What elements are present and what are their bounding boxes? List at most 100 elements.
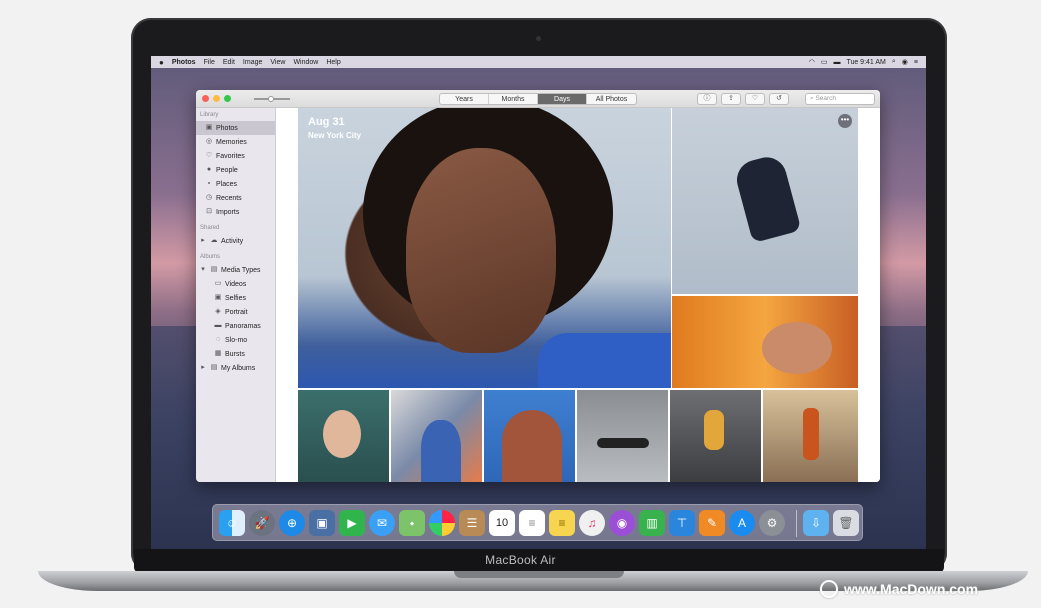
sidebar-item-label: Imports [216,208,240,216]
tab-years[interactable]: Years [440,94,489,104]
photo-thumbnail[interactable]: ••• [672,108,858,294]
close-button[interactable] [202,95,209,102]
rotate-icon[interactable]: ↺ [769,93,789,105]
sidebar-item-people[interactable]: ● People [196,163,275,177]
app-menu[interactable]: Photos [172,59,196,66]
model-label: MacBook Air [485,553,556,567]
sidebar-item-label: Recents [216,194,242,202]
launchpad-icon[interactable]: 🚀 [249,510,275,536]
menu-window[interactable]: Window [293,59,318,66]
sidebar-item-photos[interactable]: ▣ Photos [196,121,275,135]
sidebar-item-selfies[interactable]: ▣ Selfies [196,291,275,305]
battery-icon[interactable]: ▬ [833,59,840,66]
system-preferences-icon[interactable]: ⚙ [759,510,785,536]
disclosure-icon[interactable]: ▸ [199,364,207,372]
photo-thumbnail[interactable] [763,390,858,482]
sidebar-item-bursts[interactable]: ▦ Bursts [196,347,275,361]
music-icon[interactable]: ♫ [579,510,605,536]
sidebar-item-my-albums[interactable]: ▸ ▤ My Albums [196,361,275,375]
photo-figure [732,152,802,244]
info-icon[interactable]: ⓘ [697,93,717,105]
menu-edit[interactable]: Edit [223,59,235,66]
sidebar-item-label: Selfies [225,294,247,302]
keynote-icon[interactable]: ⊤ [669,510,695,536]
tab-months[interactable]: Months [489,94,538,104]
sidebar-item-places[interactable]: ⬩ Places [196,177,275,191]
podcasts-icon[interactable]: ◉ [609,510,635,536]
lid-notch [454,571,624,578]
reminders-icon[interactable]: ≡ [519,510,545,536]
heart-icon: ♡ [205,152,213,159]
pages-icon[interactable]: ✎ [699,510,725,536]
photo-thumbnail[interactable] [391,390,482,482]
sidebar-item-recents[interactable]: ◷ Recents [196,191,275,205]
menu-file[interactable]: File [204,59,215,66]
app-store-icon[interactable]: A [729,510,755,536]
menubar: ● Photos File Edit Image View Window Hel… [151,56,926,68]
downloads-folder-icon[interactable]: ⇩ [803,510,829,536]
sidebar-item-label: Favorites [216,152,245,160]
maps-icon[interactable]: ⬩ [399,510,425,536]
portrait-icon: ◈ [215,308,221,315]
sidebar-item-media-types[interactable]: ▾ ▤ Media Types [196,263,275,277]
minimize-button[interactable] [213,95,220,102]
person-icon: ● [206,166,212,173]
notes-icon[interactable]: ≡ [549,510,575,536]
facetime-icon[interactable]: ▶ [339,510,365,536]
sidebar-item-imports[interactable]: ⊡ Imports [196,205,275,219]
sidebar-item-videos[interactable]: ▭ Videos [196,277,275,291]
video-icon: ▭ [214,280,222,287]
wifi-icon[interactable]: ◠ [809,58,815,66]
finder-icon[interactable]: ☺ [219,510,245,536]
photo-thumbnail[interactable] [298,390,389,482]
heart-icon[interactable]: ♡ [745,93,765,105]
numbers-icon[interactable]: ▥ [639,510,665,536]
sidebar-item-slo-mo[interactable]: ◌ Slo-mo [196,333,275,347]
apple-menu-icon[interactable]: ● [159,58,164,67]
more-options-icon[interactable]: ••• [838,114,852,128]
menu-view[interactable]: View [270,59,285,66]
trash-icon[interactable]: 🗑 [833,510,859,536]
zoom-slider[interactable] [254,96,290,102]
tab-days[interactable]: Days [538,94,587,104]
burst-icon: ▦ [214,350,222,357]
sidebar-item-portrait[interactable]: ◈ Portrait [196,305,275,319]
sidebar-item-label: Slo-mo [225,336,248,344]
dock: ☺ 🚀 ⊕ ▣ ▶ ✉ ⬩ ☰ 10 ≡ ≡ ♫ ◉ ▥ ⊤ ✎ A ⚙ ⇩ 🗑 [212,504,863,541]
share-icon[interactable]: ⇪ [721,93,741,105]
search-input[interactable]: ⌕ Search [805,93,875,105]
tab-all-photos[interactable]: All Photos [587,94,636,104]
hero-photo[interactable]: Aug 31 New York City [298,108,671,388]
safari-icon[interactable]: ⊕ [279,510,305,536]
sidebar-header-shared: Shared [200,225,220,231]
airplay-icon[interactable]: ▭ [821,58,828,66]
folder-icon: ▤ [210,364,218,371]
menu-help[interactable]: Help [326,59,340,66]
zoom-slider-knob[interactable] [268,96,274,102]
day-date: Aug 31 [308,116,345,128]
user-icon[interactable]: ◉ [902,58,908,66]
sidebar-item-memories[interactable]: ◎ Memories [196,135,275,149]
control-icon[interactable]: ≡ [914,59,918,66]
fullscreen-button[interactable] [224,95,231,102]
photos-app-icon[interactable] [429,510,455,536]
sidebar-item-activity[interactable]: ▸ ☁ Activity [196,234,275,248]
menu-image[interactable]: Image [243,59,262,66]
disclosure-icon[interactable]: ▸ [199,237,207,245]
calendar-icon[interactable]: 10 [489,510,515,536]
sidebar-item-panoramas[interactable]: ▬ Panoramas [196,319,275,333]
photo-thumbnail[interactable] [484,390,575,482]
disclosure-open-icon[interactable]: ▾ [199,266,207,274]
photo-thumbnail[interactable] [577,390,668,482]
photo-booth-icon[interactable]: ▣ [309,510,335,536]
photo-building [502,410,562,482]
contacts-icon[interactable]: ☰ [459,510,485,536]
photo-thumbnail[interactable] [670,390,761,482]
menubar-clock[interactable]: Tue 9:41 AM [846,59,885,66]
photos-icon: ▣ [205,124,213,131]
messages-icon[interactable]: ✉ [369,510,395,536]
sidebar-item-label: Media Types [221,266,261,274]
sidebar-item-favorites[interactable]: ♡ Favorites [196,149,275,163]
spotlight-icon[interactable]: ⌕ [892,58,896,66]
photo-thumbnail[interactable] [672,296,858,388]
